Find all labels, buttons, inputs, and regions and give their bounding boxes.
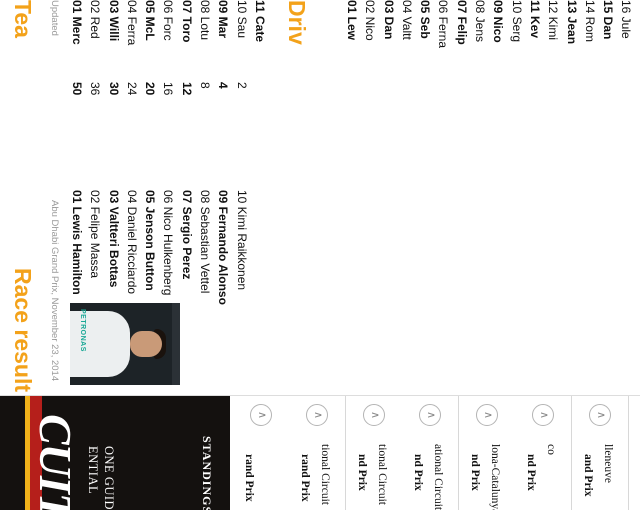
race-result-updated: Abu Dhabi Grand Prix, November 23, 2014 (49, 200, 60, 382)
race-result-name: 02 Felipe Massa (88, 190, 103, 279)
driver-standing-row: 09 Nico (491, 0, 506, 43)
tagline-line-1: ENTIAL (86, 446, 100, 495)
team-standing-row: 10 Sau (234, 0, 249, 39)
photo-sponsor-logo: PETRONAS (79, 309, 86, 352)
race-result-points: 36 (88, 82, 103, 96)
race-result-points: 16 (161, 82, 176, 96)
driver-standing-row: 06 Ferna (436, 0, 451, 49)
sidebar: CUIT ENTIAL ONE GUIDE STANDINGS ∧ rand Pr… (0, 395, 640, 510)
driver-standing-row: 10 Serg (509, 0, 524, 43)
standings-panel: Race result Abu Dhabi Grand Prix, Novemb… (0, 0, 640, 395)
team-standing-row: 02 Red (88, 0, 103, 39)
race-circuit: lona-Catalunya (489, 444, 501, 510)
race-result-points: 12 (179, 82, 194, 96)
race-circuit: lleneuve (602, 444, 614, 483)
driver-standing-row: 04 Valtt (399, 0, 414, 40)
race-result-name: 01 Lewis Hamilton (70, 190, 84, 295)
team-standing-row: 03 Willi (106, 0, 121, 42)
team-standing-row: 08 Lotu (198, 0, 213, 41)
team-standing-row: 09 Mar (216, 0, 231, 39)
team-standing-row: 05 McL (143, 0, 158, 41)
race-list-item[interactable]: ∧ rand Prix tional Circuit (289, 396, 347, 510)
chevron-up-icon[interactable]: ∧ (363, 404, 385, 426)
photo-banner (172, 303, 180, 385)
race-result-name: 10 Kimi Raikkonen (234, 190, 249, 291)
race-result-name: 03 Valtteri Bottas (106, 190, 121, 288)
team-standing-row: 01 Merc (70, 0, 84, 45)
race-circuit: co (545, 444, 558, 455)
race-result-name: 07 Sergio Perez (179, 190, 194, 280)
chevron-up-icon[interactable]: ∧ (306, 404, 329, 426)
race-list-item[interactable]: ∧ nd Prix tional Circuit (346, 396, 403, 510)
driver-standing-row: 12 Kimi (546, 0, 561, 41)
race-result-points: 30 (106, 82, 121, 96)
driver-standing-row: 16 Jule (619, 0, 634, 39)
driver-standing-row: 01 Lew (345, 0, 359, 41)
race-result-points: 2 (234, 82, 249, 89)
driver-standing-row: 15 Dan (601, 0, 616, 40)
driver-standing-row: 05 Seb (418, 0, 433, 39)
teams-title: Tea (10, 0, 36, 38)
race-name: nd Prix (525, 454, 538, 491)
race-result-points: 24 (124, 82, 139, 96)
team-standing-row: 11 Cate (253, 0, 267, 43)
race-list-item[interactable]: ∧ nd Prix ational Circuit (402, 396, 460, 510)
race-list-item[interactable]: ∧ nd Prix co (515, 396, 573, 510)
race-name: nd Prix (469, 454, 481, 491)
driver-standing-row: 13 Jean (564, 0, 579, 45)
team-standing-row: 07 Toro (179, 0, 194, 43)
tagline-line-2: ONE GUIDE (102, 446, 116, 510)
race-result-points: 50 (70, 82, 84, 96)
chevron-up-icon[interactable]: ∧ (250, 404, 272, 426)
race-result-name: 05 Jenson Button (143, 190, 158, 291)
chevron-up-icon[interactable]: ∧ (476, 404, 498, 426)
teams-updated: Updated (49, 0, 60, 36)
race-circuit: tional Circuit (376, 444, 388, 506)
race-result-name: 06 Nico Hulkenberg (161, 190, 176, 296)
race-list-item[interactable]: ∧ rand Prix (233, 396, 290, 510)
race-result-points: 20 (143, 82, 158, 96)
race-name: and Prix (582, 454, 594, 497)
team-standing-row: 04 Ferra (124, 0, 139, 46)
sidebar-header: CUIT ENTIAL ONE GUIDE STANDINGS (0, 396, 232, 510)
race-result-name: 04 Daniel Ricciardo (124, 190, 139, 295)
drivers-title: Driv (284, 0, 310, 45)
team-standing-row: 06 Forc (161, 0, 176, 41)
race-name: nd Prix (356, 454, 368, 491)
standings-tab-label[interactable]: STANDINGS (199, 436, 214, 510)
driver-standing-row: 14 Rom (582, 0, 597, 43)
race-circuit: ational Circuit (432, 444, 445, 510)
driver-standing-row: 07 Felip (454, 0, 469, 45)
driver-standing-row: 03 Dan (381, 0, 396, 40)
race-result-name: 08 Sebastian Vettel (198, 190, 213, 294)
chevron-up-icon[interactable]: ∧ (589, 404, 611, 426)
photo-driver-head (130, 331, 162, 357)
race-result-name: 09 Fernando Alonso (216, 190, 231, 305)
race-circuit: tional Circuit (319, 444, 332, 506)
rotated-content: Race result Abu Dhabi Grand Prix, Novemb… (0, 0, 640, 510)
header-divider (230, 396, 232, 510)
race-name: rand Prix (243, 454, 255, 502)
race-result-title: Race result (10, 268, 36, 393)
driver-photo: PETRONAS (70, 303, 180, 385)
driver-standing-row: 02 Nico (363, 0, 378, 41)
driver-standing-row: 08 Jens (473, 0, 488, 43)
app-screen: Race result Abu Dhabi Grand Prix, Novemb… (0, 0, 640, 510)
race-list-item[interactable]: ∧ nd Prix lona-Catalunya (459, 396, 516, 510)
chevron-up-icon[interactable]: ∧ (419, 404, 442, 426)
race-list-item[interactable]: ∧ and Prix lleneuve (572, 396, 629, 510)
race-name: nd Prix (412, 454, 425, 491)
race-result-points: 8 (198, 82, 213, 89)
race-result-points: 4 (216, 82, 231, 89)
driver-standing-row: 11 Kev (528, 0, 542, 39)
app-logo-text: CUIT (30, 414, 81, 510)
chevron-up-icon[interactable]: ∧ (532, 404, 555, 426)
race-name: rand Prix (299, 454, 312, 502)
